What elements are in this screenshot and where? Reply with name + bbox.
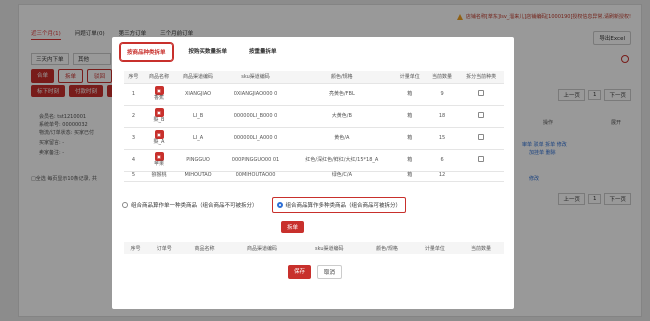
product-name: 香蕉 bbox=[153, 95, 164, 101]
split-checkbox[interactable] bbox=[478, 133, 485, 140]
unit: 箱 bbox=[393, 105, 426, 128]
split-checkbox-cell bbox=[458, 127, 504, 150]
unit: 箱 bbox=[393, 83, 426, 106]
radio-icon bbox=[122, 202, 128, 208]
col-sku: sku渠道编码 bbox=[220, 71, 291, 84]
col-split: 拆分当前种类 bbox=[458, 71, 504, 84]
sku-code: 00MIHOUTAO00 bbox=[220, 171, 291, 182]
combo-multi-option[interactable]: 组合商品算作多种类商品（组合商品可被拆分） bbox=[271, 197, 407, 213]
tab-split-by-category[interactable]: 按商品种类拆单 bbox=[120, 43, 173, 61]
product-name: 梨_A bbox=[153, 139, 165, 145]
row-no: 5 bbox=[124, 171, 143, 182]
spec: 亮黄色/FBL bbox=[290, 83, 394, 106]
product-cell: ▣ 香蕉 bbox=[142, 83, 176, 106]
unit: 箱 bbox=[393, 171, 426, 182]
table-row: 1 ▣ 香蕉 XIANGJIAO 0XIANGJIAO000 0 亮黄色/FBL … bbox=[124, 83, 504, 106]
row-no: 1 bbox=[124, 83, 143, 106]
channel-code: XIANGJIAO bbox=[175, 83, 221, 106]
spec: 大黄色/B bbox=[290, 105, 394, 128]
unit: 箱 bbox=[393, 127, 426, 150]
product-name: 苹果 bbox=[153, 161, 164, 167]
split-tabs: 按商品种类拆单 按购买数量拆单 按重量拆单 bbox=[120, 43, 283, 61]
col-spec: 颜色/规格 bbox=[362, 242, 412, 254]
col-code: 商品渠道编码 bbox=[175, 71, 221, 84]
combo-single-option[interactable]: 组合商品算作单一种类商品（组合商品不可被拆分） bbox=[118, 198, 262, 212]
cancel-button[interactable]: 取消 bbox=[317, 265, 343, 279]
table-row: 5 猕猴桃 MIHOUTAO 00MIHOUTAO00 绿色/C/A 箱 12 bbox=[124, 171, 504, 182]
table-row: 3 ▣ 梨_A LI_A 000000LI_A000 0 黄色/A 箱 15 bbox=[124, 127, 504, 150]
col-order-no: 订单号 bbox=[147, 242, 182, 254]
col-qty: 当前数量 bbox=[425, 71, 459, 84]
col-sku: sku渠道编码 bbox=[296, 242, 363, 254]
product-image-icon: ▣ bbox=[154, 152, 164, 161]
tab-split-by-quantity[interactable]: 按购买数量拆单 bbox=[183, 43, 234, 61]
combo-option-group: 组合商品算作单一种类商品（组合商品不可被拆分） 组合商品算作多种类商品（组合商品… bbox=[118, 197, 407, 213]
table-row: 4 ▣ 苹果 PINGGUO 000PINGGUO00 01 红色/深红色/鲜红/… bbox=[124, 149, 504, 172]
sku-code: 0XIANGJIAO000 0 bbox=[220, 83, 291, 106]
row-no: 4 bbox=[124, 149, 143, 172]
qty: 15 bbox=[425, 127, 459, 150]
product-name: 猕猴桃 bbox=[142, 171, 176, 182]
product-image-icon: ▣ bbox=[154, 130, 164, 139]
col-name: 商品名称 bbox=[142, 71, 176, 84]
combo-multi-label: 组合商品算作多种类商品（组合商品可被拆分） bbox=[285, 203, 402, 209]
product-table: 序号 商品名称 商品渠道编码 sku渠道编码 颜色/规格 计量单位 当前数量 拆… bbox=[124, 71, 504, 182]
channel-code: LI_B bbox=[175, 105, 221, 128]
col-unit: 计量单位 bbox=[411, 242, 458, 254]
tab-split-by-weight[interactable]: 按重量拆单 bbox=[243, 43, 283, 61]
modal-footer: 保存 取消 bbox=[288, 265, 343, 279]
split-checkbox-cell bbox=[458, 171, 504, 182]
col-unit: 计量单位 bbox=[393, 71, 426, 84]
qty: 18 bbox=[425, 105, 459, 128]
channel-code: PINGGUO bbox=[175, 149, 221, 172]
split-checkbox-cell bbox=[458, 105, 504, 128]
product-image-icon: ▣ bbox=[154, 86, 164, 95]
split-checkbox[interactable] bbox=[478, 89, 485, 96]
channel-code: MIHOUTAO bbox=[175, 171, 221, 182]
channel-code: LI_A bbox=[175, 127, 221, 150]
col-name: 商品名称 bbox=[181, 242, 228, 254]
row-no: 3 bbox=[124, 127, 143, 150]
product-cell: ▣ 苹果 bbox=[142, 149, 176, 172]
sku-code: 000PINGGUO00 01 bbox=[220, 149, 291, 172]
split-checkbox-cell bbox=[458, 83, 504, 106]
split-button[interactable]: 拆单 bbox=[281, 221, 305, 233]
save-button[interactable]: 保存 bbox=[288, 265, 312, 279]
result-table: 序号 订单号 商品名称 商品渠道编码 sku渠道编码 颜色/规格 计量单位 当前… bbox=[124, 242, 504, 254]
col-code: 商品渠道编码 bbox=[227, 242, 297, 254]
split-checkbox-cell bbox=[458, 149, 504, 172]
product-name: 梨_B bbox=[153, 117, 165, 123]
split-checkbox[interactable] bbox=[478, 155, 485, 162]
col-no: 序号 bbox=[124, 242, 148, 254]
split-checkbox[interactable] bbox=[478, 111, 485, 118]
combo-single-label: 组合商品算作单一种类商品（组合商品不可被拆分） bbox=[131, 203, 258, 209]
col-no: 序号 bbox=[124, 71, 143, 84]
qty: 12 bbox=[425, 171, 459, 182]
split-order-modal: 按商品种类拆单 按购买数量拆单 按重量拆单 序号 商品名称 商品渠道编码 sku… bbox=[112, 37, 514, 309]
qty: 9 bbox=[425, 83, 459, 106]
qty: 6 bbox=[425, 149, 459, 172]
spec: 黄色/A bbox=[290, 127, 394, 150]
unit: 箱 bbox=[393, 149, 426, 172]
product-cell: ▣ 梨_A bbox=[142, 127, 176, 150]
product-cell: ▣ 梨_B bbox=[142, 105, 176, 128]
row-no: 2 bbox=[124, 105, 143, 128]
table-row: 2 ▣ 梨_B LI_B 000000LI_B000 0 大黄色/B 箱 18 bbox=[124, 105, 504, 128]
sku-code: 000000LI_B000 0 bbox=[220, 105, 291, 128]
col-qty: 当前数量 bbox=[457, 242, 504, 254]
col-spec: 颜色/规格 bbox=[290, 71, 394, 84]
radio-selected-icon bbox=[276, 202, 283, 208]
product-image-icon: ▣ bbox=[154, 108, 164, 117]
sku-code: 000000LI_A000 0 bbox=[220, 127, 291, 150]
spec: 绿色/C/A bbox=[290, 171, 394, 182]
spec: 红色/深红色/鲜红/大红/15*18_A bbox=[290, 149, 394, 172]
